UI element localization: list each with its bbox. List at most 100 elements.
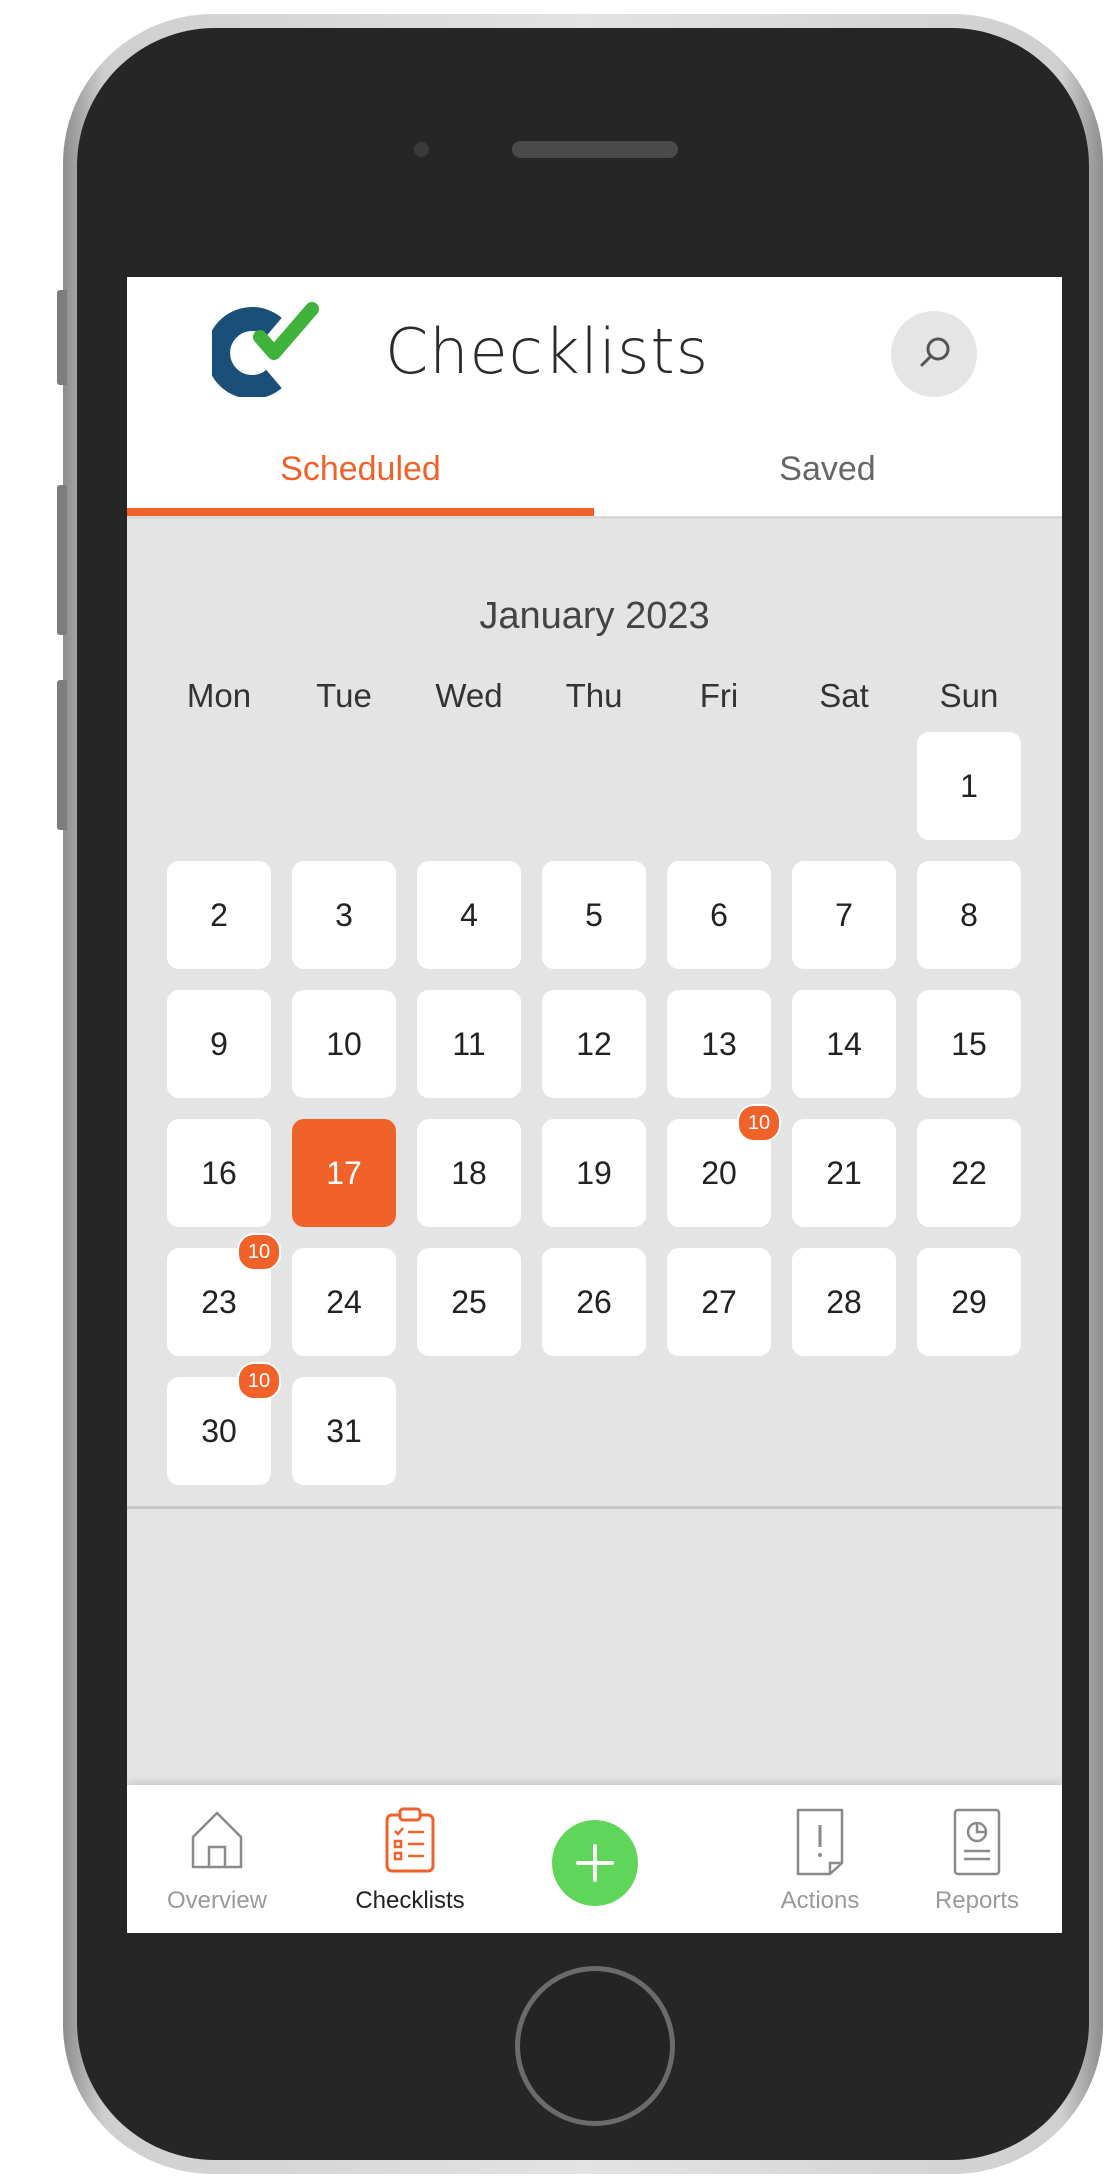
calendar-day[interactable]: 14 — [792, 990, 896, 1098]
day-number: 1 — [960, 768, 978, 804]
day-number: 19 — [576, 1155, 612, 1191]
calendar-day[interactable]: 20 10 — [667, 1104, 781, 1227]
day-number: 28 — [826, 1284, 862, 1320]
day-number: 15 — [951, 1026, 987, 1062]
day-number: 11 — [452, 1026, 486, 1062]
weekday-label: Mon — [186, 677, 252, 714]
day-number: 22 — [951, 1155, 987, 1191]
calendar-day[interactable]: 5 — [542, 861, 646, 969]
calendar-day[interactable]: 11 — [417, 990, 521, 1098]
calendar-day[interactable]: 12 — [542, 990, 646, 1098]
day-number: 21 — [826, 1155, 862, 1191]
day-number: 14 — [826, 1026, 862, 1062]
calendar-day[interactable]: 15 — [917, 990, 1021, 1098]
weekday-label: Fri — [699, 677, 739, 714]
calendar-day[interactable]: 10 — [292, 990, 396, 1098]
calendar-day[interactable]: 27 — [667, 1248, 771, 1356]
weekday-label: Sat — [819, 677, 869, 714]
earpiece-speaker — [512, 141, 678, 158]
app-logo — [212, 302, 319, 397]
calendar-day[interactable]: 3 — [292, 861, 396, 969]
page-title: Checklists — [384, 315, 710, 388]
day-number: 27 — [701, 1284, 737, 1320]
calendar-day[interactable]: 31 — [292, 1377, 396, 1485]
nav-overview[interactable]: Overview — [132, 1785, 302, 1933]
weekday-label: Thu — [565, 677, 623, 714]
add-button[interactable] — [552, 1820, 638, 1906]
app-header: Checklists — [127, 277, 1062, 429]
search-button[interactable] — [891, 311, 977, 397]
day-number: 9 — [210, 1026, 228, 1062]
calendar-day[interactable]: 29 — [917, 1248, 1021, 1356]
day-number: 2 — [210, 897, 228, 933]
day-number: 18 — [451, 1155, 487, 1191]
calendar-day[interactable]: 30 10 — [167, 1362, 281, 1485]
home-button[interactable] — [515, 1966, 675, 2126]
front-camera — [414, 142, 429, 157]
nav-label: Checklists — [355, 1887, 465, 1914]
bottom-nav: Overview Checklists Actions Reports — [127, 1785, 1062, 1933]
calendar-day[interactable]: 24 — [292, 1248, 396, 1356]
calendar-day[interactable]: 23 10 — [167, 1233, 281, 1356]
active-tab-indicator — [127, 508, 594, 516]
weekday-label: Tue — [316, 677, 372, 714]
calendar-day[interactable]: 1 — [917, 732, 1021, 840]
calendar-day[interactable]: 8 — [917, 861, 1021, 969]
checklist-count-badge: 10 — [237, 1233, 281, 1271]
day-number: 3 — [335, 897, 353, 933]
calendar-divider — [127, 1506, 1062, 1509]
checklist-count-badge: 10 — [237, 1362, 281, 1400]
weekday-label: Wed — [435, 677, 503, 714]
day-number: 12 — [576, 1026, 612, 1062]
tab-saved[interactable]: Saved — [594, 429, 1061, 519]
tab-scheduled[interactable]: Scheduled — [127, 429, 594, 519]
calendar-month-title: January 2023 — [479, 595, 710, 637]
search-icon — [920, 337, 950, 367]
nav-reports[interactable]: Reports — [892, 1785, 1062, 1933]
day-number: 17 — [326, 1155, 362, 1191]
home-icon — [191, 1811, 243, 1869]
tab-bar: Scheduled Saved — [127, 429, 1062, 519]
calendar-day[interactable]: 19 — [542, 1119, 646, 1227]
day-number: 4 — [460, 897, 478, 933]
calendar-day[interactable]: 13 — [667, 990, 771, 1098]
calendar-day[interactable]: 25 — [417, 1248, 521, 1356]
plus-icon — [576, 1844, 614, 1882]
action-document-icon — [796, 1808, 844, 1876]
calendar-day[interactable]: 18 — [417, 1119, 521, 1227]
day-number: 25 — [451, 1284, 487, 1320]
calendar-day[interactable]: 21 — [792, 1119, 896, 1227]
day-number: 7 — [835, 897, 853, 933]
calendar-day[interactable]: 4 — [417, 861, 521, 969]
volume-down-button — [57, 680, 67, 830]
day-number: 10 — [326, 1026, 362, 1062]
calendar-day[interactable]: 6 — [667, 861, 771, 969]
clipboard-icon — [385, 1807, 435, 1873]
day-number: 13 — [701, 1026, 737, 1062]
nav-label: Reports — [934, 1887, 1020, 1914]
calendar-day-selected[interactable]: 17 — [292, 1119, 396, 1227]
day-number: 6 — [710, 897, 728, 933]
weekday-label: Sun — [939, 677, 999, 714]
nav-checklists[interactable]: Checklists — [325, 1785, 495, 1933]
calendar-day[interactable]: 9 — [167, 990, 271, 1098]
calendar-day[interactable]: 16 — [167, 1119, 271, 1227]
day-number: 16 — [201, 1155, 237, 1191]
day-number: 31 — [326, 1413, 362, 1449]
day-number: 5 — [585, 897, 603, 933]
nav-label: Actions — [780, 1887, 860, 1914]
day-number: 8 — [960, 897, 978, 933]
volume-up-button — [57, 485, 67, 635]
calendar-day[interactable]: 22 — [917, 1119, 1021, 1227]
mute-switch — [57, 290, 67, 385]
calendar-day[interactable]: 28 — [792, 1248, 896, 1356]
checklist-count-badge: 10 — [737, 1104, 781, 1142]
calendar-day[interactable]: 7 — [792, 861, 896, 969]
calendar-day[interactable]: 2 — [167, 861, 271, 969]
nav-label: Overview — [166, 1887, 268, 1914]
calendar-day[interactable]: 26 — [542, 1248, 646, 1356]
day-number: 29 — [951, 1284, 987, 1320]
day-number: 24 — [326, 1284, 362, 1320]
nav-actions[interactable]: Actions — [735, 1785, 905, 1933]
day-number: 26 — [576, 1284, 612, 1320]
